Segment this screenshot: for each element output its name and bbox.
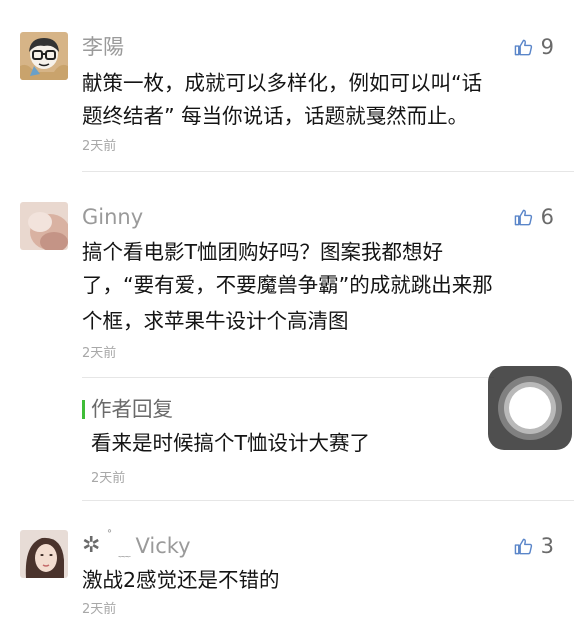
- username[interactable]: Ginny: [82, 204, 143, 230]
- timestamp: 2天前: [82, 602, 117, 617]
- timestamp: 2天前: [82, 346, 117, 361]
- author-reply-label: 作者回复: [91, 397, 173, 421]
- divider: [82, 500, 574, 501]
- comment-text-line: 题终结者” 每当你说话，话题就戛然而止。: [82, 104, 469, 128]
- comment-text-line: 个框，求苹果牛设计个高清图: [82, 309, 349, 333]
- username-wave-glyph: ﹏: [118, 545, 130, 559]
- username[interactable]: ✲ ˚ ﹏ Vicky: [82, 529, 191, 559]
- cartoon-avatar-icon: [20, 32, 68, 80]
- reply-accent-bar: [82, 400, 85, 419]
- comment-text-line: 搞个看电影T恤团购好吗？图案我都想好: [82, 240, 444, 264]
- like-button[interactable]: 6: [514, 204, 554, 230]
- divider: [82, 377, 494, 378]
- username-sup-glyph: ˚: [106, 529, 113, 543]
- reply-timestamp: 2天前: [91, 471, 126, 486]
- comment-feed: 李陽 9 献策一枚，成就可以多样化，例如可以叫“话 题终结者” 每当你说话，话题…: [0, 0, 574, 633]
- photo-avatar-icon: [20, 202, 68, 250]
- avatar[interactable]: [20, 202, 68, 250]
- thumbs-up-icon: [514, 538, 532, 554]
- avatar[interactable]: [20, 530, 68, 578]
- like-count: 6: [540, 205, 554, 229]
- assistive-touch-button[interactable]: [488, 366, 572, 450]
- author-reply-text: 看来是时候搞个T恤设计大赛了: [91, 431, 371, 455]
- comment-text-line: 激战2感觉还是不错的: [82, 568, 280, 592]
- username-text: Vicky: [135, 534, 191, 558]
- divider: [82, 171, 574, 172]
- username[interactable]: 李陽: [82, 34, 124, 60]
- flower-glyph: ✲: [82, 533, 101, 558]
- assistive-touch-center-dot: [509, 387, 551, 429]
- like-count: 9: [540, 35, 554, 59]
- comment-text-line: 献策一枚，成就可以多样化，例如可以叫“话: [82, 71, 483, 95]
- like-count: 3: [540, 534, 554, 558]
- like-button[interactable]: 9: [514, 34, 554, 60]
- avatar[interactable]: [20, 32, 68, 80]
- like-button[interactable]: 3: [514, 533, 554, 559]
- thumbs-up-icon: [514, 209, 532, 225]
- thumbs-up-icon: [514, 39, 532, 55]
- comment-text-line: 了，“要有爱，不要魔兽争霸”的成就跳出来那: [82, 273, 493, 297]
- photo-avatar-icon: [20, 530, 68, 578]
- timestamp: 2天前: [82, 139, 117, 154]
